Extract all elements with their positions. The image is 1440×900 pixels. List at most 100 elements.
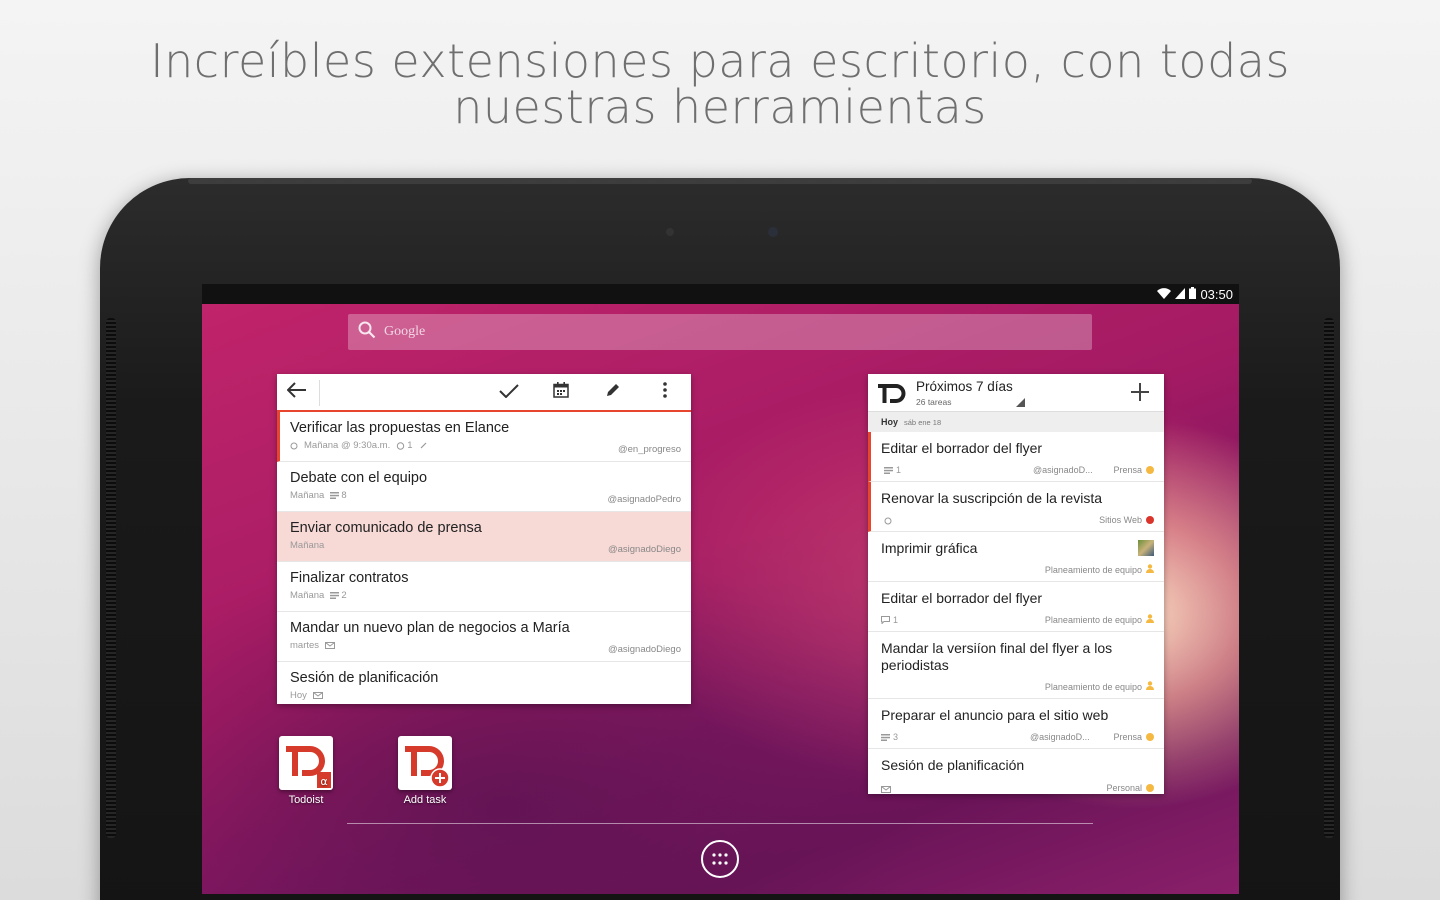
comment-icon <box>881 733 890 741</box>
task-date: Mañana <box>290 490 325 501</box>
task-label: @asignadoD... <box>1030 732 1090 742</box>
task-title: Preparar el anuncio para el sitio web <box>881 707 1109 723</box>
link-icon <box>419 441 428 450</box>
task-row[interactable]: Enviar comunicado de prensa Mañana @asig… <box>277 512 691 562</box>
headline-line-1: Increíbles extensiones para escritorio, … <box>150 34 1290 88</box>
comment-count: 1 <box>884 465 901 475</box>
app-label: Todoist <box>288 794 324 806</box>
project-color-dot <box>1146 466 1154 474</box>
app-drawer-button[interactable] <box>701 840 739 878</box>
task-date: Mañana <box>290 590 325 601</box>
next-7-days-widget: Próximos 7 días 26 tareas Hoy sáb ene 18… <box>868 374 1164 794</box>
task-title: Editar el borrador del flyer <box>881 440 1043 456</box>
recurring-icon <box>884 517 892 525</box>
plus-icon[interactable] <box>1130 382 1150 406</box>
schedule-button[interactable] <box>541 374 581 410</box>
task-row[interactable]: Editar el borrador del flyer 1 Planeamie… <box>868 582 1164 632</box>
task-row[interactable]: Verificar las propuestas en Elance Mañan… <box>277 412 691 462</box>
email-icon <box>325 642 336 649</box>
task-row[interactable]: Renovar la suscripción de la revista Sit… <box>868 482 1164 532</box>
check-icon <box>499 383 519 402</box>
status-bar: 03:50 <box>202 284 1239 304</box>
task-title: Finalizar contratos <box>290 570 409 586</box>
more-vert-icon <box>663 382 667 402</box>
signal-icon <box>1175 287 1186 302</box>
task-row[interactable]: Mandar un nuevo plan de negocios a María… <box>277 612 691 662</box>
more-button[interactable] <box>645 374 685 410</box>
project-name: Planeamiento de equipo <box>1044 564 1142 575</box>
task-date: Mañana @ 9:30a.m. <box>304 440 391 451</box>
task-project: Sitios Web <box>1099 515 1154 525</box>
headline-line-2: nuestras herramientas <box>453 80 987 134</box>
project-name: Planeamiento de equipo <box>1044 614 1142 625</box>
comment-icon <box>330 592 340 599</box>
task-row[interactable]: Finalizar contratos Mañana 2 <box>277 562 691 612</box>
reminder-count-value: 1 <box>407 440 413 451</box>
project-name: Planeamiento de equipo <box>1044 681 1142 692</box>
alarm-icon <box>397 442 405 450</box>
pencil-icon <box>605 382 621 402</box>
edit-button[interactable] <box>593 374 633 410</box>
section-date: sáb ene 18 <box>904 417 942 427</box>
task-title: Verificar las propuestas en Elance <box>290 420 510 436</box>
task-meta: Mañana 2 <box>290 590 679 601</box>
sensor-dot <box>666 228 674 236</box>
task-toolbar <box>277 374 691 412</box>
app-todoist[interactable]: α Todoist <box>266 736 346 806</box>
comment-icon <box>330 492 340 499</box>
todoist-logo-icon <box>878 382 906 408</box>
task-title: Sesión de planificación <box>290 670 439 686</box>
task-title: Mandar un nuevo plan de negocios a María <box>290 620 570 636</box>
widget-subtitle: 26 tareas <box>916 397 952 407</box>
task-row[interactable]: Mandar la versiíon final del flyer a los… <box>868 632 1164 699</box>
wifi-icon <box>1157 287 1172 302</box>
app-add-task[interactable]: Add task <box>385 736 465 806</box>
comment-count: 1 <box>881 615 898 625</box>
reminder-count: 1 <box>396 440 413 451</box>
task-project: Prensa <box>1113 732 1154 742</box>
todoist-icon: α <box>279 736 333 790</box>
email-icon <box>312 692 323 699</box>
tablet-rim <box>188 178 1252 184</box>
complete-button[interactable] <box>489 374 529 410</box>
task-row[interactable]: Sesión de planificación Personal <box>868 749 1164 794</box>
comment-count: 2 <box>330 590 347 601</box>
email-icon <box>881 786 891 793</box>
search-placeholder: Google <box>384 324 426 339</box>
widget-title[interactable]: Próximos 7 días <box>916 379 1013 394</box>
comment-count-value: 1 <box>896 465 902 475</box>
marketing-headline: Increíbles extensiones para escritorio, … <box>0 38 1440 130</box>
task-title: Sesión de planificación <box>881 757 1025 773</box>
battery-icon <box>1189 286 1197 302</box>
comment-count-value: 8 <box>341 490 347 501</box>
project-name: Prensa <box>1113 732 1142 742</box>
right-speaker-grille <box>1324 318 1334 838</box>
google-search-bar[interactable]: Google <box>348 314 1092 350</box>
project-color-dot <box>1146 516 1154 524</box>
app-label: Add task <box>403 794 447 806</box>
project-name: Personal <box>1106 783 1142 793</box>
tablet-screen: 03:50 Google Verificar las propuestas en… <box>202 284 1239 894</box>
todoist-add-icon <box>398 736 452 790</box>
task-row[interactable]: Imprimir gráfica Planeamiento de equipo <box>868 532 1164 582</box>
task-row[interactable]: Preparar el anuncio para el sitio web 3 … <box>868 699 1164 749</box>
calendar-icon <box>553 382 569 402</box>
back-button[interactable] <box>277 374 317 410</box>
task-title: Enviar comunicado de prensa <box>290 520 482 536</box>
task-label: @asignadoD... <box>1033 465 1093 475</box>
task-meta: Hoy <box>290 690 679 701</box>
comment-count-value: 1 <box>893 615 899 625</box>
dropdown-corner-icon[interactable] <box>1016 398 1025 407</box>
person-icon <box>1146 681 1154 692</box>
task-row[interactable]: Editar el borrador del flyer 1 @asignado… <box>868 432 1164 482</box>
task-title: Imprimir gráfica <box>881 540 978 556</box>
task-row[interactable]: Sesión de planificación Hoy <box>277 662 691 704</box>
comment-bubble-icon <box>881 616 890 624</box>
toolbar-separator <box>319 380 320 406</box>
task-label: @asignadoPedro <box>607 494 681 505</box>
comment-count-value: 2 <box>341 590 347 601</box>
front-camera <box>768 227 778 237</box>
project-name: Sitios Web <box>1099 515 1142 525</box>
task-row[interactable]: Debate con el equipo Mañana 8 @asignadoP… <box>277 462 691 512</box>
task-date: Mañana <box>290 540 325 551</box>
